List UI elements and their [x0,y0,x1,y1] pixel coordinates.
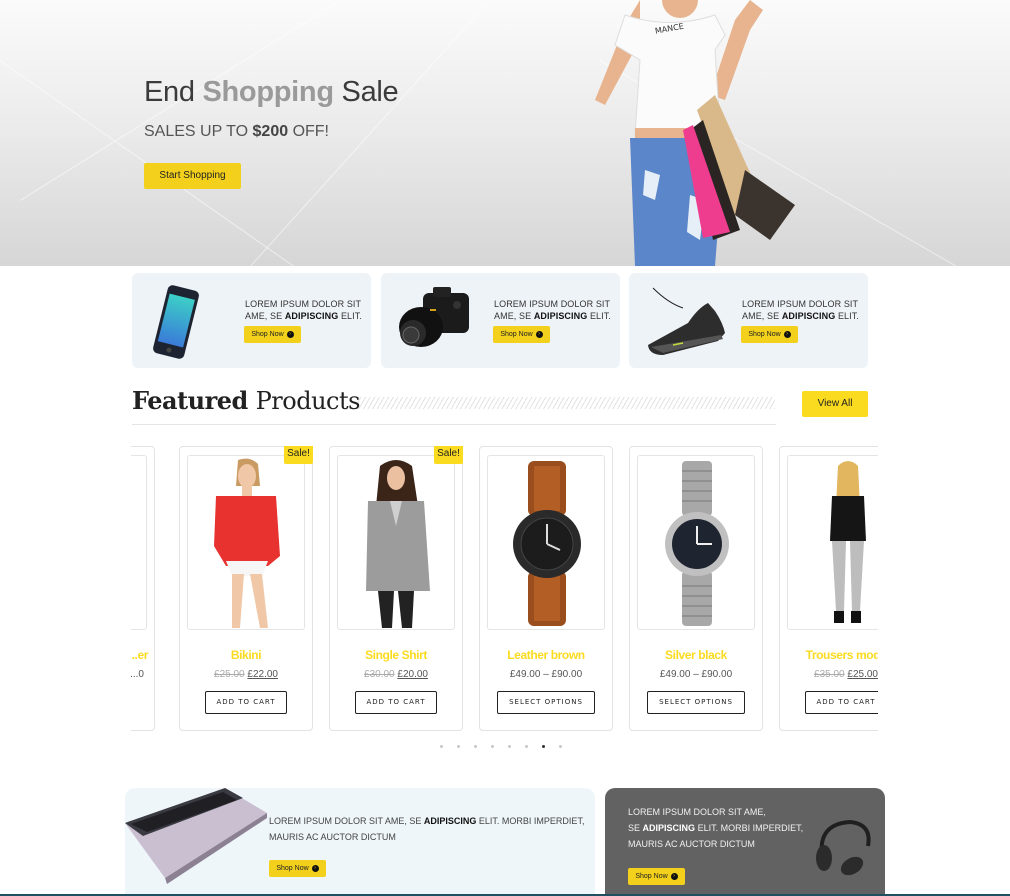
pagination-dot[interactable] [474,745,477,748]
pagination-dot[interactable] [508,745,511,748]
product-image[interactable] [637,455,755,630]
sale-badge: Sale! [284,446,313,464]
promo-card-camera: LOREM IPSUM DOLOR SIT AME, SE ADIPISCING… [381,273,620,368]
banner-text: LOREM IPSUM DOLOR SIT AME, SE ADIPISCING… [269,816,585,842]
featured-products-title: Featured Products [132,386,360,415]
old-price: £25.00 [214,669,245,680]
pagination-dot[interactable] [559,745,562,748]
hero-subtitle: SALES UP TO $200 OFF! [144,123,329,140]
product-image[interactable] [131,455,147,630]
old-price: £30.00 [364,669,395,680]
product-name[interactable]: ...er [131,648,154,662]
sale-price: £20.00 [397,669,428,680]
promo-card-sneaker: LOREM IPSUM DOLOR SIT AME, SE ADIPISCING… [629,273,868,368]
select-options-button[interactable]: SELECT OPTIONS [647,691,745,714]
headphones-promo-banner: LOREM IPSUM DOLOR SIT AME, SE ADIPISCING … [605,788,885,896]
hero-title: End Shopping Sale [144,76,399,108]
hero-woman-image: MANCE [595,0,795,266]
product-name[interactable]: Bikini [180,648,312,662]
product-image[interactable] [337,455,455,630]
pagination-dot[interactable] [440,745,443,748]
pagination-dot[interactable] [542,745,545,748]
product-name[interactable]: Single Shirt [330,648,462,662]
headphones-image [816,819,871,876]
start-shopping-button[interactable]: Start Shopping [144,163,241,189]
shirt-model-image [366,460,430,628]
product-card[interactable]: Silver black £49.00 – £90.00 SELECT OPTI… [629,446,763,731]
select-options-button[interactable]: SELECT OPTIONS [497,691,595,714]
pagination-dot[interactable] [525,745,528,748]
laptop-image [125,788,267,884]
product-price: £35.00 £25.00 [780,669,878,680]
arrow-right-circle-icon: › [783,331,791,338]
shop-now-button[interactable]: Shop Now › [493,326,550,343]
product-image[interactable] [787,455,878,630]
hero-text: End Shopping Sale SALES UP TO $200 OFF! … [144,76,399,189]
product-price-range: £49.00 – £90.00 [659,669,733,680]
promo-text: LOREM IPSUM DOLOR SIT AME, SE ADIPISCING… [494,299,611,321]
product-carousel: ...er ...0 Sale! Bikini £25.00 £22.00 AD… [131,446,878,732]
smartphone-icon [153,285,199,359]
product-name[interactable]: Leather brown [480,648,612,662]
promo-text: LOREM IPSUM DOLOR SIT AME, SE ADIPISCING… [245,299,362,321]
arrow-right-circle-icon: › [286,331,294,338]
shop-now-button[interactable]: Shop Now › [244,326,301,343]
arrow-right-circle-icon: › [670,873,678,880]
sale-price: £25.00 [847,669,878,680]
shop-now-button[interactable]: Shop Now › [741,326,798,343]
add-to-cart-button[interactable]: ADD TO CART [805,691,878,714]
product-card[interactable]: Trousers mode £35.00 £25.00 ADD TO CART [779,446,878,731]
view-all-button[interactable]: View All [802,391,868,417]
laptop-promo-banner: LOREM IPSUM DOLOR SIT AME, SE ADIPISCING… [125,788,595,896]
product-image[interactable] [187,455,305,630]
bikini-model-image [214,458,280,628]
product-price: £30.00 £20.00 [330,669,462,680]
add-to-cart-button[interactable]: ADD TO CART [205,691,287,714]
banner-text: LOREM IPSUM DOLOR SIT AME, SE ADIPISCING … [628,807,804,849]
sale-badge: Sale! [434,446,463,464]
trousers-model-image [830,461,866,623]
camera-icon [399,287,469,347]
arrow-right-circle-icon: › [535,331,543,338]
product-price: ...0 [131,669,144,680]
pagination-dot[interactable] [457,745,460,748]
promo-card-smartphone: LOREM IPSUM DOLOR SIT AME, SE ADIPISCING… [132,273,371,368]
product-price-range: £49.00 – £90.00 [509,669,583,680]
carousel-pagination [440,745,562,748]
product-card[interactable]: Leather brown £49.00 – £90.00 SELECT OPT… [479,446,613,731]
shop-now-button[interactable]: Shop Now › [628,868,685,885]
promo-text: LOREM IPSUM DOLOR SIT AME, SE ADIPISCING… [742,299,859,321]
silver-watch-image [665,461,729,626]
shop-now-button[interactable]: Shop Now › [269,860,326,877]
old-price: £35.00 [814,669,845,680]
product-name[interactable]: Silver black [630,648,762,662]
product-name[interactable]: Trousers mode [780,648,878,662]
add-to-cart-button[interactable]: ADD TO CART [355,691,437,714]
title-hatch-decoration [358,397,775,409]
product-card[interactable]: Sale! Bikini £25.00 £22.00 ADD TO CART [179,446,313,731]
sale-price: £22.00 [247,669,278,680]
product-image[interactable] [487,455,605,630]
title-divider [132,424,776,425]
arrow-right-circle-icon: › [311,865,319,872]
product-card[interactable]: Sale! Single Shirt £30.00 £20.00 ADD TO … [329,446,463,731]
leather-watch-image [513,461,581,626]
product-card[interactable]: ...er ...0 [131,446,155,731]
sneaker-icon [648,287,725,355]
product-price: £25.00 £22.00 [180,669,312,680]
hero-banner: End Shopping Sale SALES UP TO $200 OFF! … [0,0,1010,266]
pagination-dot[interactable] [491,745,494,748]
